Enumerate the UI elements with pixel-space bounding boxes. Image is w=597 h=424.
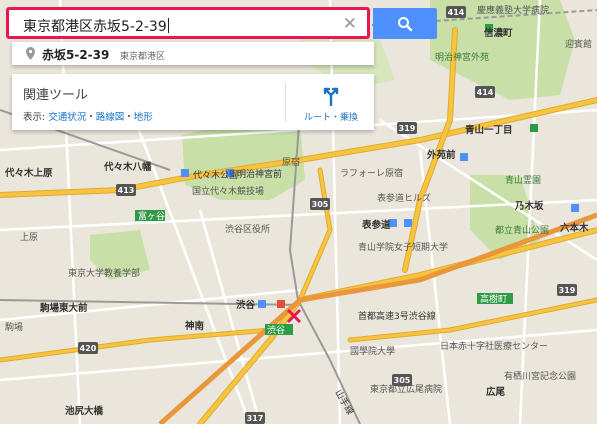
svg-text:高樹町: 高樹町 xyxy=(480,293,507,305)
svg-text:東京都立広尾病院: 東京都立広尾病院 xyxy=(370,383,442,395)
svg-text:東京大学教養学部: 東京大学教養学部 xyxy=(68,267,140,279)
svg-text:慶應義塾大学病院: 慶應義塾大学病院 xyxy=(477,4,549,16)
svg-text:414: 414 xyxy=(448,8,465,17)
search-input[interactable]: 東京都港区赤坂5-2-39 xyxy=(23,16,169,36)
svg-text:池尻大橋: 池尻大橋 xyxy=(65,405,104,417)
svg-text:神南: 神南 xyxy=(185,320,205,332)
svg-text:青山一丁目: 青山一丁目 xyxy=(465,124,513,136)
svg-text:駒場東大前: 駒場東大前 xyxy=(39,302,88,314)
search-box[interactable]: 東京都港区赤坂5-2-39 ✕ xyxy=(6,7,370,39)
clear-icon[interactable]: ✕ xyxy=(343,14,357,34)
svg-text:代々木八幡: 代々木八幡 xyxy=(103,161,152,173)
suggestion-main-text: 赤坂5-2-39 xyxy=(42,48,110,62)
route-transit-label: ルート・乗換 xyxy=(303,113,358,123)
svg-text:ラフォーレ原宿: ラフォーレ原宿 xyxy=(340,167,403,179)
traffic-link[interactable]: 交通状況 xyxy=(48,112,86,123)
route-transit-button[interactable]: ルート・乗換 xyxy=(298,82,364,126)
svg-text:日本赤十字社医療センター: 日本赤十字社医療センター xyxy=(440,340,548,352)
display-links: 表示: 交通状況・路線図・地形 xyxy=(23,109,153,123)
svg-text:都立青山公園: 都立青山公園 xyxy=(495,224,549,236)
svg-text:渋谷: 渋谷 xyxy=(267,324,285,336)
transit-map-link[interactable]: 路線図 xyxy=(96,112,125,123)
svg-text:305: 305 xyxy=(394,376,411,385)
svg-text:乃木坂: 乃木坂 xyxy=(514,200,544,212)
svg-text:外苑前: 外苑前 xyxy=(426,149,456,161)
panel-divider xyxy=(285,82,286,122)
svg-text:迎賓館: 迎賓館 xyxy=(565,38,592,50)
svg-text:表参道: 表参道 xyxy=(361,219,391,231)
svg-text:首都高速3号渋谷線: 首都高速3号渋谷線 xyxy=(358,310,436,322)
link-separator: ・ xyxy=(86,112,96,123)
related-tools-panel: 関連ツール 表示: 交通状況・路線図・地形 ルート・乗換 xyxy=(12,74,374,130)
svg-text:青山霊園: 青山霊園 xyxy=(505,174,541,186)
search-icon xyxy=(398,16,413,31)
suggestion-item[interactable]: 赤坂5-2-39 東京都港区 xyxy=(12,41,374,65)
svg-text:305: 305 xyxy=(312,200,329,209)
svg-text:明治神宮外苑: 明治神宮外苑 xyxy=(435,51,489,63)
svg-text:渋谷: 渋谷 xyxy=(236,299,256,311)
suggestion-sub-text: 東京都港区 xyxy=(120,52,166,62)
pin-icon xyxy=(26,47,35,60)
svg-text:上原: 上原 xyxy=(20,232,38,243)
svg-text:420: 420 xyxy=(80,344,97,353)
svg-text:青山学院女子短期大学: 青山学院女子短期大学 xyxy=(358,241,448,253)
svg-text:317: 317 xyxy=(247,414,264,423)
svg-text:表参道ヒルズ: 表参道ヒルズ xyxy=(377,192,431,204)
svg-text:広尾: 広尾 xyxy=(486,386,506,398)
svg-text:国立代々木競技場: 国立代々木競技場 xyxy=(192,185,264,197)
terrain-link[interactable]: 地形 xyxy=(134,112,153,123)
svg-text:渋谷区役所: 渋谷区役所 xyxy=(225,223,270,235)
svg-text:代々木公園: 代々木公園 xyxy=(193,169,238,181)
svg-text:有栖川宮記念公園: 有栖川宮記念公園 xyxy=(504,370,576,382)
related-tools-title: 関連ツール xyxy=(23,88,89,103)
display-prefix: 表示: xyxy=(23,112,49,123)
svg-text:富ヶ谷: 富ヶ谷 xyxy=(138,210,165,222)
svg-text:明治神宮前: 明治神宮前 xyxy=(237,168,282,180)
svg-text:信濃町: 信濃町 xyxy=(484,27,513,39)
text-caret xyxy=(167,18,169,33)
svg-text:319: 319 xyxy=(399,124,416,133)
search-button[interactable] xyxy=(373,8,437,39)
svg-text:六本木: 六本木 xyxy=(560,222,589,234)
svg-text:代々木上原: 代々木上原 xyxy=(4,167,53,179)
svg-text:國學院大學: 國學院大學 xyxy=(350,345,395,357)
svg-text:原宿: 原宿 xyxy=(282,156,300,168)
search-query-text: 東京都港区赤坂5-2-39 xyxy=(23,19,167,35)
svg-text:413: 413 xyxy=(118,186,135,195)
directions-icon xyxy=(323,87,339,106)
link-separator: ・ xyxy=(124,112,134,123)
svg-text:414: 414 xyxy=(477,88,494,97)
svg-text:駒場: 駒場 xyxy=(5,321,23,333)
svg-text:319: 319 xyxy=(559,286,576,295)
